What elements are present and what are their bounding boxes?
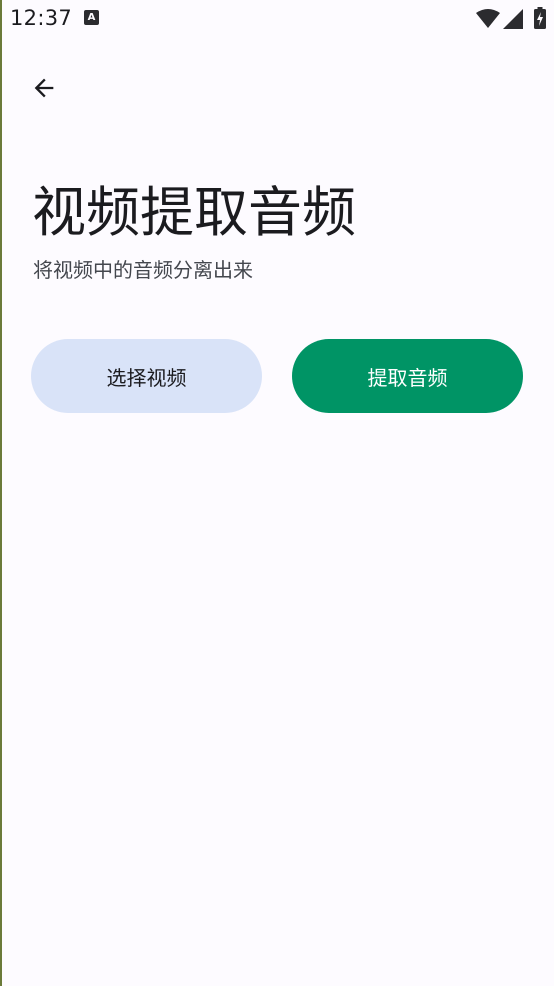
- wifi-icon: [476, 9, 500, 28]
- back-button[interactable]: [22, 66, 66, 110]
- status-time: 12:37: [10, 6, 73, 30]
- arrow-left-icon: [34, 78, 54, 98]
- extract-audio-button[interactable]: 提取音频: [292, 339, 523, 413]
- screen: 12:37 A 视频提取音频 将视频中的音频分离出来 选择视频 提取音频: [2, 0, 554, 986]
- select-video-button[interactable]: 选择视频: [31, 339, 262, 413]
- page-subtitle: 将视频中的音频分离出来: [33, 258, 253, 282]
- cell-signal-icon: [503, 9, 523, 29]
- status-bar: 12:37 A: [2, 0, 554, 38]
- status-icons: [476, 6, 550, 30]
- notification-icon: A: [84, 10, 99, 25]
- battery-charging-icon: [534, 7, 546, 29]
- page-title: 视频提取音频: [32, 181, 356, 244]
